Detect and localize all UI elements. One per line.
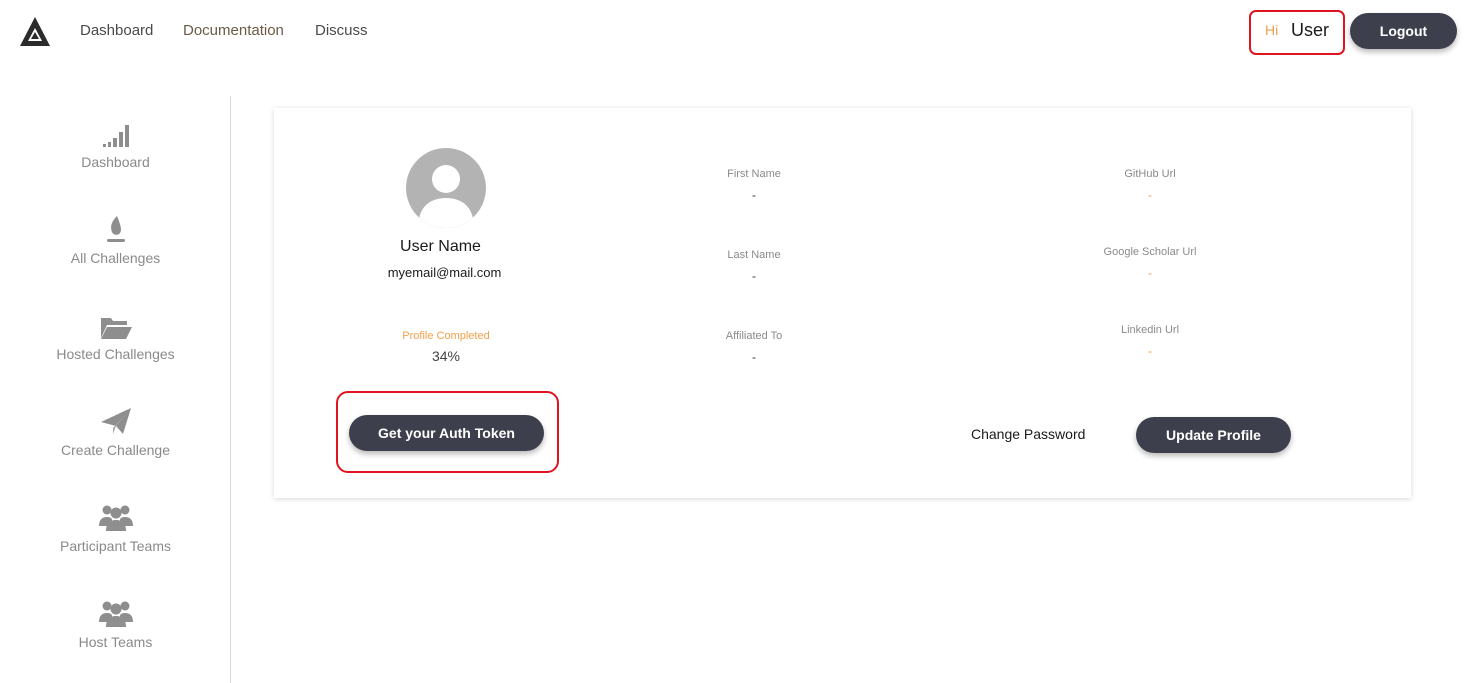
profile-user-email: myemail@mail.com bbox=[387, 265, 502, 280]
affiliated-field: Affiliated To - bbox=[654, 330, 854, 364]
first-name-label: First Name bbox=[727, 168, 781, 180]
get-auth-token-button[interactable]: Get your Auth Token bbox=[349, 415, 544, 451]
affiliated-value: - bbox=[752, 350, 756, 364]
users-icon bbox=[98, 502, 134, 532]
sidebar-item-label: Dashboard bbox=[81, 154, 150, 170]
users-icon bbox=[98, 598, 134, 628]
sidebar-item-all-challenges[interactable]: All Challenges bbox=[0, 214, 231, 266]
update-profile-button[interactable]: Update Profile bbox=[1136, 417, 1291, 453]
sidebar-item-label: Create Challenge bbox=[61, 442, 170, 458]
paper-plane-icon bbox=[98, 406, 134, 436]
github-url-label: GitHub Url bbox=[1124, 168, 1176, 180]
sidebar-item-create-challenge[interactable]: Create Challenge bbox=[0, 406, 231, 458]
first-name-field: First Name - bbox=[654, 168, 854, 202]
sidebar-item-host-teams[interactable]: Host Teams bbox=[0, 598, 231, 650]
github-url-value[interactable]: - bbox=[1050, 188, 1250, 202]
affiliated-label: Affiliated To bbox=[725, 330, 783, 342]
github-url-field: GitHub Url - bbox=[1050, 168, 1250, 202]
linkedin-url-field: Linkedin Url - bbox=[1050, 324, 1250, 358]
evalai-logo-icon[interactable] bbox=[19, 16, 51, 48]
sidebar-item-label: Hosted Challenges bbox=[56, 346, 175, 362]
top-navbar: Dashboard Documentation Discuss Hi User … bbox=[0, 0, 1464, 62]
change-password-link[interactable]: Change Password bbox=[971, 426, 1085, 442]
profile-completed: Profile Completed 34% bbox=[346, 330, 546, 364]
nav-discuss-link[interactable]: Discuss bbox=[315, 22, 368, 39]
signal-bars-icon bbox=[98, 118, 134, 148]
sidebar-item-label: All Challenges bbox=[70, 250, 161, 266]
profile-completed-label: Profile Completed bbox=[402, 330, 490, 342]
last-name-field: Last Name - bbox=[654, 249, 854, 283]
profile-user-name: User Name bbox=[400, 238, 481, 255]
flame-icon bbox=[98, 214, 134, 244]
last-name-value: - bbox=[752, 269, 756, 283]
folder-open-icon bbox=[98, 310, 134, 340]
nav-dashboard-link[interactable]: Dashboard bbox=[80, 22, 153, 39]
sidebar-item-label: Host Teams bbox=[78, 634, 153, 650]
linkedin-url-value[interactable]: - bbox=[1050, 344, 1250, 358]
scholar-url-label: Google Scholar Url bbox=[1103, 246, 1197, 258]
logout-button[interactable]: Logout bbox=[1350, 13, 1457, 49]
sidebar-item-label: Participant Teams bbox=[59, 538, 171, 554]
nav-documentation-link[interactable]: Documentation bbox=[183, 22, 284, 39]
sidebar-item-dashboard[interactable]: Dashboard bbox=[0, 118, 231, 170]
scholar-url-field: Google Scholar Url - bbox=[1050, 246, 1250, 280]
profile-card: User Name myemail@mail.com Profile Compl… bbox=[274, 108, 1411, 498]
greeting-username[interactable]: User bbox=[1291, 20, 1329, 41]
avatar bbox=[406, 148, 486, 228]
greeting-hi: Hi bbox=[1265, 22, 1279, 38]
sidebar: Dashboard All Challenges Hosted Challeng… bbox=[0, 96, 231, 683]
sidebar-item-hosted-challenges[interactable]: Hosted Challenges bbox=[0, 310, 231, 362]
first-name-value: - bbox=[752, 188, 756, 202]
linkedin-url-label: Linkedin Url bbox=[1120, 324, 1180, 336]
profile-completed-value: 34% bbox=[431, 348, 461, 364]
sidebar-item-participant-teams[interactable]: Participant Teams bbox=[0, 502, 231, 554]
scholar-url-value[interactable]: - bbox=[1050, 266, 1250, 280]
last-name-label: Last Name bbox=[727, 249, 781, 261]
